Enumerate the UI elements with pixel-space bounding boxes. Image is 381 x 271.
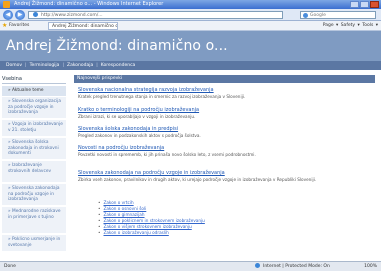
menu-item-terminologija[interactable]: Terminologija xyxy=(30,63,60,68)
article-title[interactable]: Kratko o terminologiji na področju izobr… xyxy=(78,107,370,114)
sidebar-item[interactable]: » Vzgoja in izobraževanje v 21. stoletju xyxy=(2,120,66,137)
article-summary: Zbrani izrazi, ki se uporabljajo v vzgoj… xyxy=(78,114,196,119)
maximize-button[interactable] xyxy=(360,1,369,8)
sidebar: Vsebina » Aktualne teme » Slovenska orga… xyxy=(0,72,68,261)
article-title[interactable]: Novosti na področju izobraževanja xyxy=(78,145,370,152)
list-item-link[interactable]: Zakon o vrtcih xyxy=(98,200,133,205)
search-placeholder: Google xyxy=(310,13,326,18)
sidebar-item[interactable]: » Poklicno usmerjanje in svetovanje xyxy=(2,235,66,252)
window-buttons xyxy=(350,1,379,8)
window-title: Andrej Žižmond: dinamično o... - Windows… xyxy=(14,1,164,7)
article-title[interactable]: Slovenska šolska zakonodaja in predpisi xyxy=(78,126,370,133)
list-item-link[interactable]: Zakon o osnovni šoli xyxy=(98,206,146,211)
minimize-button[interactable] xyxy=(350,1,359,8)
article-summary: Povzetki novosti in sprememb, ki jih pri… xyxy=(78,152,256,157)
status-bar: Done Internet | Protected Mode: On 100% xyxy=(0,261,381,271)
back-icon[interactable]: ◀ xyxy=(3,10,13,20)
article: Kratko o terminologiji na področju izobr… xyxy=(78,107,370,119)
article-summary: Pregled zakonov in podzakonskih aktov s … xyxy=(78,133,201,138)
article-summary: Kratek pregled trenutnega stanja in smer… xyxy=(78,94,246,99)
navigation-bar: ◀ ▶ http://www.zizmond.com/... Google xyxy=(0,9,381,21)
browser-tab[interactable]: Andrej Žižmond: dinamično o... xyxy=(48,22,118,30)
menu-item-zakonodaja[interactable]: Zakonodaja xyxy=(67,63,93,68)
sidebar-item[interactable]: » Slovenska zakonodaja na področju vzgoj… xyxy=(2,184,66,206)
sidebar-item[interactable]: » Mednarodne raziskave in primerjave s t… xyxy=(2,207,66,234)
sidebar-heading: Vsebina xyxy=(2,76,22,82)
page-icon xyxy=(33,12,38,17)
address-text: http://www.zizmond.com/... xyxy=(41,13,103,18)
forward-icon[interactable]: ▶ xyxy=(15,10,25,20)
article-title[interactable]: Slovenska zakonodaja na področju vzgoje … xyxy=(78,170,370,177)
article-summary: Zbirka vseh zakonov, pravilnikov in drug… xyxy=(78,177,317,182)
main-content: Najnovejši prispevki Slovenska nacionaln… xyxy=(74,72,379,261)
list-item-link[interactable]: Zakon o poklicnem in strokovnem izobraže… xyxy=(98,218,204,223)
ie-icon xyxy=(3,1,10,8)
sidebar-item[interactable]: » Aktualne teme xyxy=(2,86,66,97)
security-zone: Internet | Protected Mode: On xyxy=(255,262,330,271)
sidebar-item[interactable]: » Slovenska šolska zakonodaja in strokov… xyxy=(2,138,66,160)
command-bar[interactable]: Page ▾ Safety ▾ Tools ▾ xyxy=(323,21,378,31)
list-item-link[interactable]: Zakon o izobraževanju odraslih xyxy=(98,230,168,235)
search-provider-icon xyxy=(303,13,308,18)
divider xyxy=(2,83,66,84)
favorites-bar: ★ Favorites Andrej Žižmond: dinamično o.… xyxy=(0,21,381,31)
list-item-link[interactable]: Zakon o gimnazijah xyxy=(98,212,144,217)
status-text: Done xyxy=(4,264,16,269)
article: Slovenska nacionalna strategija razvoja … xyxy=(78,87,370,99)
article-title[interactable]: Slovenska nacionalna strategija razvoja … xyxy=(78,87,370,94)
site-menu: Domov | Terminologija | Zakonodaja | Korespond… xyxy=(0,61,381,70)
favorites-label[interactable]: Favorites xyxy=(9,21,29,31)
list-item-link[interactable]: Zakon o višjem strokovnem izobraževanju xyxy=(98,224,191,229)
search-input[interactable]: Google xyxy=(300,11,376,19)
address-bar[interactable]: http://www.zizmond.com/... xyxy=(28,11,283,19)
sidebar-item[interactable]: » Izobraževanje strokovnih delavcev xyxy=(2,161,66,183)
window-titlebar: Andrej Žižmond: dinamično o... - Windows… xyxy=(0,0,381,9)
zoom-level[interactable]: 100% xyxy=(364,262,377,271)
menu-item-korespondenca[interactable]: Korespondenca xyxy=(101,63,136,68)
close-button[interactable] xyxy=(370,1,379,8)
site-banner: Andrej Žižmond: dinamično o... xyxy=(0,31,381,61)
article: Slovenska zakonodaja na področju vzgoje … xyxy=(78,170,370,182)
globe-icon xyxy=(255,263,260,268)
site-title: Andrej Žižmond: dinamično o... xyxy=(6,38,228,54)
article: Slovenska šolska zakonodaja in predpisi … xyxy=(78,126,370,138)
content-header: Najnovejši prispevki xyxy=(74,75,375,83)
article: Novosti na področju izobraževanja Povzet… xyxy=(78,145,370,157)
sidebar-item[interactable]: » Slovenska organizacija za področje vzg… xyxy=(2,97,66,119)
star-icon[interactable]: ★ xyxy=(2,23,8,29)
menu-item-domov[interactable]: Domov xyxy=(6,63,22,68)
zone-label: Internet | Protected Mode: On xyxy=(263,264,330,269)
